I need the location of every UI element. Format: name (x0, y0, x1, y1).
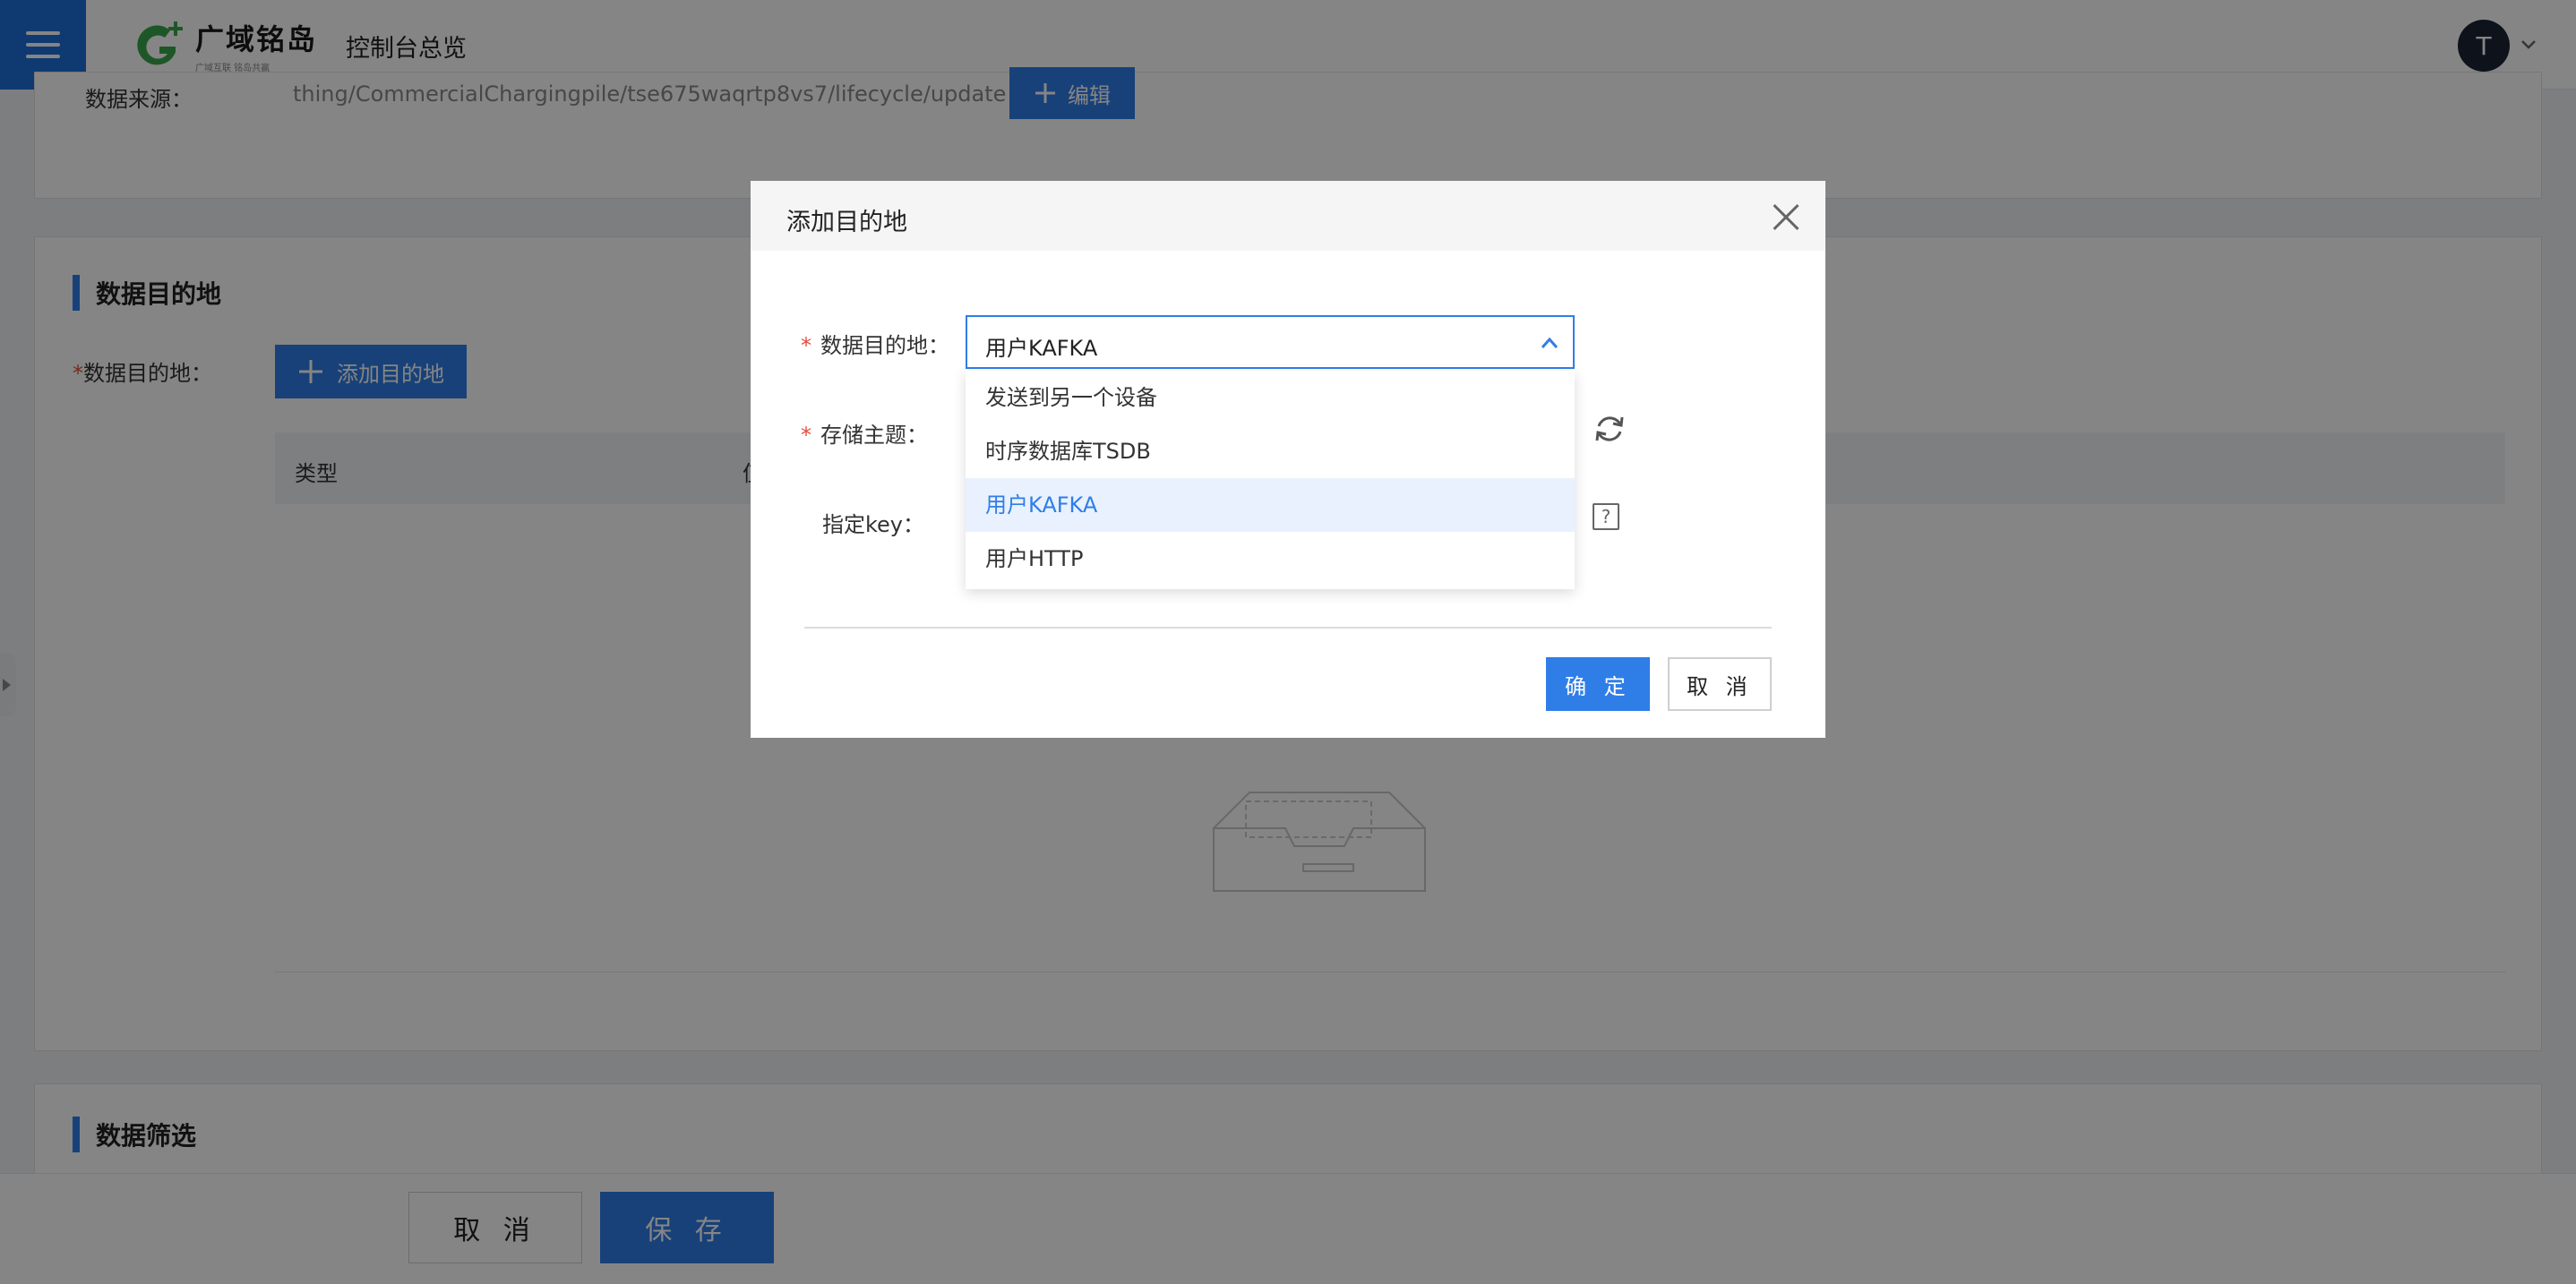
destination-select-value: 用户KAFKA (985, 336, 1098, 361)
dropdown-option-device[interactable]: 发送到另一个设备 (966, 371, 1575, 424)
modal-title: 添加目的地 (786, 209, 907, 236)
destination-label: * 数据目的地： (801, 333, 949, 358)
key-label: 指定key： (822, 512, 925, 537)
dropdown-option-kafka[interactable]: 用户KAFKA (966, 478, 1575, 532)
modal-cancel-button[interactable]: 取 消 (1668, 657, 1772, 711)
add-destination-modal: 添加目的地 * 数据目的地： 用户KAFKA * 存储主题： 指定key： ? 发送… (751, 181, 1825, 738)
chevron-up-icon (1541, 337, 1558, 348)
confirm-button[interactable]: 确 定 (1546, 657, 1650, 711)
close-icon[interactable] (1772, 202, 1800, 231)
destination-select[interactable]: 用户KAFKA (966, 315, 1575, 369)
help-icon[interactable]: ? (1593, 503, 1619, 530)
destination-dropdown: 发送到另一个设备 时序数据库TSDB 用户KAFKA 用户HTTP (966, 371, 1575, 589)
modal-header: 添加目的地 (751, 181, 1825, 251)
modal-divider (804, 627, 1772, 629)
dropdown-option-http[interactable]: 用户HTTP (966, 532, 1575, 586)
storage-topic-label: * 存储主题： (801, 423, 928, 448)
refresh-icon[interactable] (1593, 412, 1627, 446)
dropdown-option-tsdb[interactable]: 时序数据库TSDB (966, 424, 1575, 478)
